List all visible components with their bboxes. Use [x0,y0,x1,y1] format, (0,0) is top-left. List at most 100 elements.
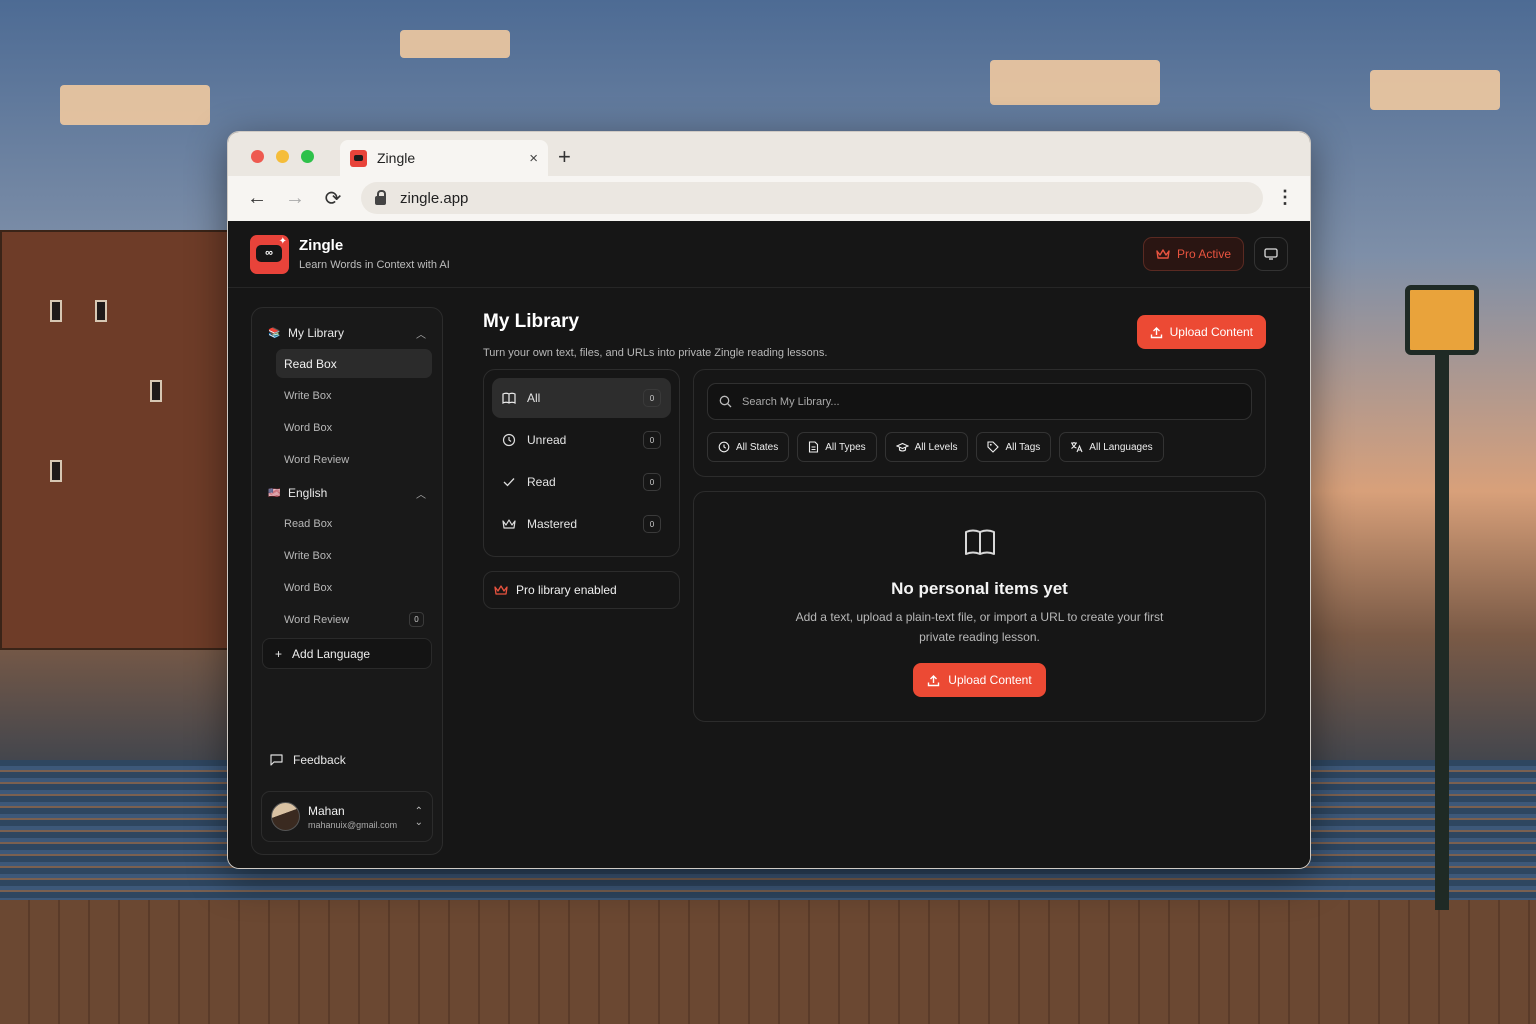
chip-label: All Tags [1005,441,1041,453]
sidebar-group-my-library[interactable]: 📚 My Library ︿ [262,320,432,346]
sidebar-item-english-read-box[interactable]: Read Box [276,509,432,538]
filter-chips: All States All Types All Levels All Tags [707,432,1252,462]
sidebar-item-label: Write Box [284,389,332,402]
chip-label: All States [736,441,779,453]
main-content: My Library Turn your own text, files, an… [483,307,1266,722]
address-bar[interactable]: zingle.app [361,182,1263,214]
app-header: ∞ ✦ Zingle Learn Words in Context with A… [228,221,1310,288]
translate-icon [1070,441,1083,453]
lock-icon [375,189,386,205]
count-badge: 0 [643,431,661,449]
window-controls [251,150,314,163]
filter-all[interactable]: All 0 [492,378,671,418]
plus-icon: + [275,646,283,661]
display-settings-button[interactable] [1254,237,1288,271]
browser-menu-button[interactable]: ⋮ [1276,184,1294,210]
url-text: zingle.app [400,189,469,207]
forward-button[interactable]: → [276,187,314,210]
background-buildings [0,230,230,650]
background-window [50,300,62,322]
sidebar-item-word-review[interactable]: Word Review [276,445,432,474]
status-filter-panel: All 0 Unread 0 Read 0 Mastered 0 [483,369,680,557]
upload-icon [1150,326,1163,339]
filter-chip-languages[interactable]: All Languages [1059,432,1164,462]
zingle-logo-icon[interactable]: ∞ ✦ [250,234,289,274]
background-quay [0,900,1536,1024]
feedback-button[interactable]: Feedback [270,753,346,767]
sidebar-group-label: My Library [288,326,345,340]
tab-close-icon[interactable]: × [529,150,538,167]
filter-mastered[interactable]: Mastered 0 [492,504,671,544]
clock-icon [718,441,730,453]
search-icon [719,395,732,408]
upload-content-button[interactable]: Upload Content [1136,315,1266,349]
user-info: Mahan mahanuix@gmail.com [308,804,397,830]
sidebar-item-english-write-box[interactable]: Write Box [276,541,432,570]
crown-icon [1156,248,1170,260]
zingle-app: ∞ ✦ Zingle Learn Words in Context with A… [228,221,1310,868]
empty-upload-content-button[interactable]: Upload Content [913,663,1046,697]
filter-chip-tags[interactable]: All Tags [976,432,1052,462]
filter-read[interactable]: Read 0 [492,462,671,502]
sidebar-item-label: Read Box [284,356,337,371]
sidebar-item-label: Word Review [284,453,350,466]
search-input[interactable]: Search My Library... [707,383,1252,420]
pro-library-status: Pro library enabled [483,571,680,609]
background-cloud [1370,70,1500,110]
clock-icon [502,433,516,447]
filter-chip-states[interactable]: All States [707,432,790,462]
monitor-icon [1264,248,1278,260]
sidebar: 📚 My Library ︿ Read Box Write Box Word B… [251,307,443,855]
background-cloud [60,85,210,125]
new-tab-button[interactable]: + [558,144,571,170]
search-placeholder: Search My Library... [742,395,840,408]
empty-state-panel: No personal items yet Add a text, upload… [693,491,1266,722]
close-window-button[interactable] [251,150,264,163]
minimize-window-button[interactable] [276,150,289,163]
background-cloud [400,30,510,58]
us-flag-icon: 🇺🇸 [268,487,281,499]
sidebar-item-label: Word Box [284,581,333,594]
chip-label: All Types [825,441,866,453]
sidebar-group-english[interactable]: 🇺🇸 English ︿ [262,480,432,506]
filter-chip-levels[interactable]: All Levels [884,432,969,462]
filter-unread[interactable]: Unread 0 [492,420,671,460]
sidebar-item-write-box[interactable]: Write Box [276,381,432,410]
sidebar-item-english-word-box[interactable]: Word Box [276,573,432,602]
empty-state-title: No personal items yet [891,579,1068,598]
browser-window: Zingle × + ← → ⟳ zingle.app ⋮ ∞ ✦ Zingle… [227,131,1311,869]
graduation-cap-icon [895,442,909,453]
crown-icon [502,518,516,530]
upload-content-label: Upload Content [1169,325,1253,339]
chevron-up-down-icon: ⌃ ⌄ [414,805,423,828]
chevron-up-icon: ︿ [416,489,426,501]
open-book-icon [964,528,996,556]
avatar [271,802,300,831]
sidebar-item-word-box[interactable]: Word Box [276,413,432,442]
brand-tagline: Learn Words in Context with AI [299,259,450,271]
user-email: mahanuix@gmail.com [308,819,398,830]
file-icon [808,441,819,453]
sidebar-group-label: English [288,486,328,500]
reload-button[interactable]: ⟳ [314,186,352,211]
browser-tab[interactable]: Zingle × [340,140,548,176]
background-lamp [1405,285,1479,355]
pro-active-label: Pro Active [1176,247,1231,261]
sidebar-item-label: Write Box [284,549,332,562]
browser-toolbar: ← → ⟳ zingle.app ⋮ [228,176,1310,221]
pro-library-label: Pro library enabled [516,583,617,597]
add-language-button[interactable]: + Add Language [262,638,432,669]
sidebar-item-label: Word Review [284,613,350,626]
tab-title: Zingle [377,150,416,166]
user-account-switcher[interactable]: Mahan mahanuix@gmail.com ⌃ ⌄ [261,791,433,842]
sidebar-item-read-box[interactable]: Read Box [276,349,432,378]
filter-chip-types[interactable]: All Types [797,432,877,462]
back-button[interactable]: ← [238,187,276,210]
background-window [50,460,62,482]
crown-icon [494,584,508,596]
pro-active-button[interactable]: Pro Active [1142,237,1244,271]
sidebar-item-english-word-review[interactable]: Word Review 0 [276,605,432,634]
maximize-window-button[interactable] [301,150,314,163]
filter-label: Unread [527,433,567,447]
sidebar-item-label: Word Box [284,421,333,434]
